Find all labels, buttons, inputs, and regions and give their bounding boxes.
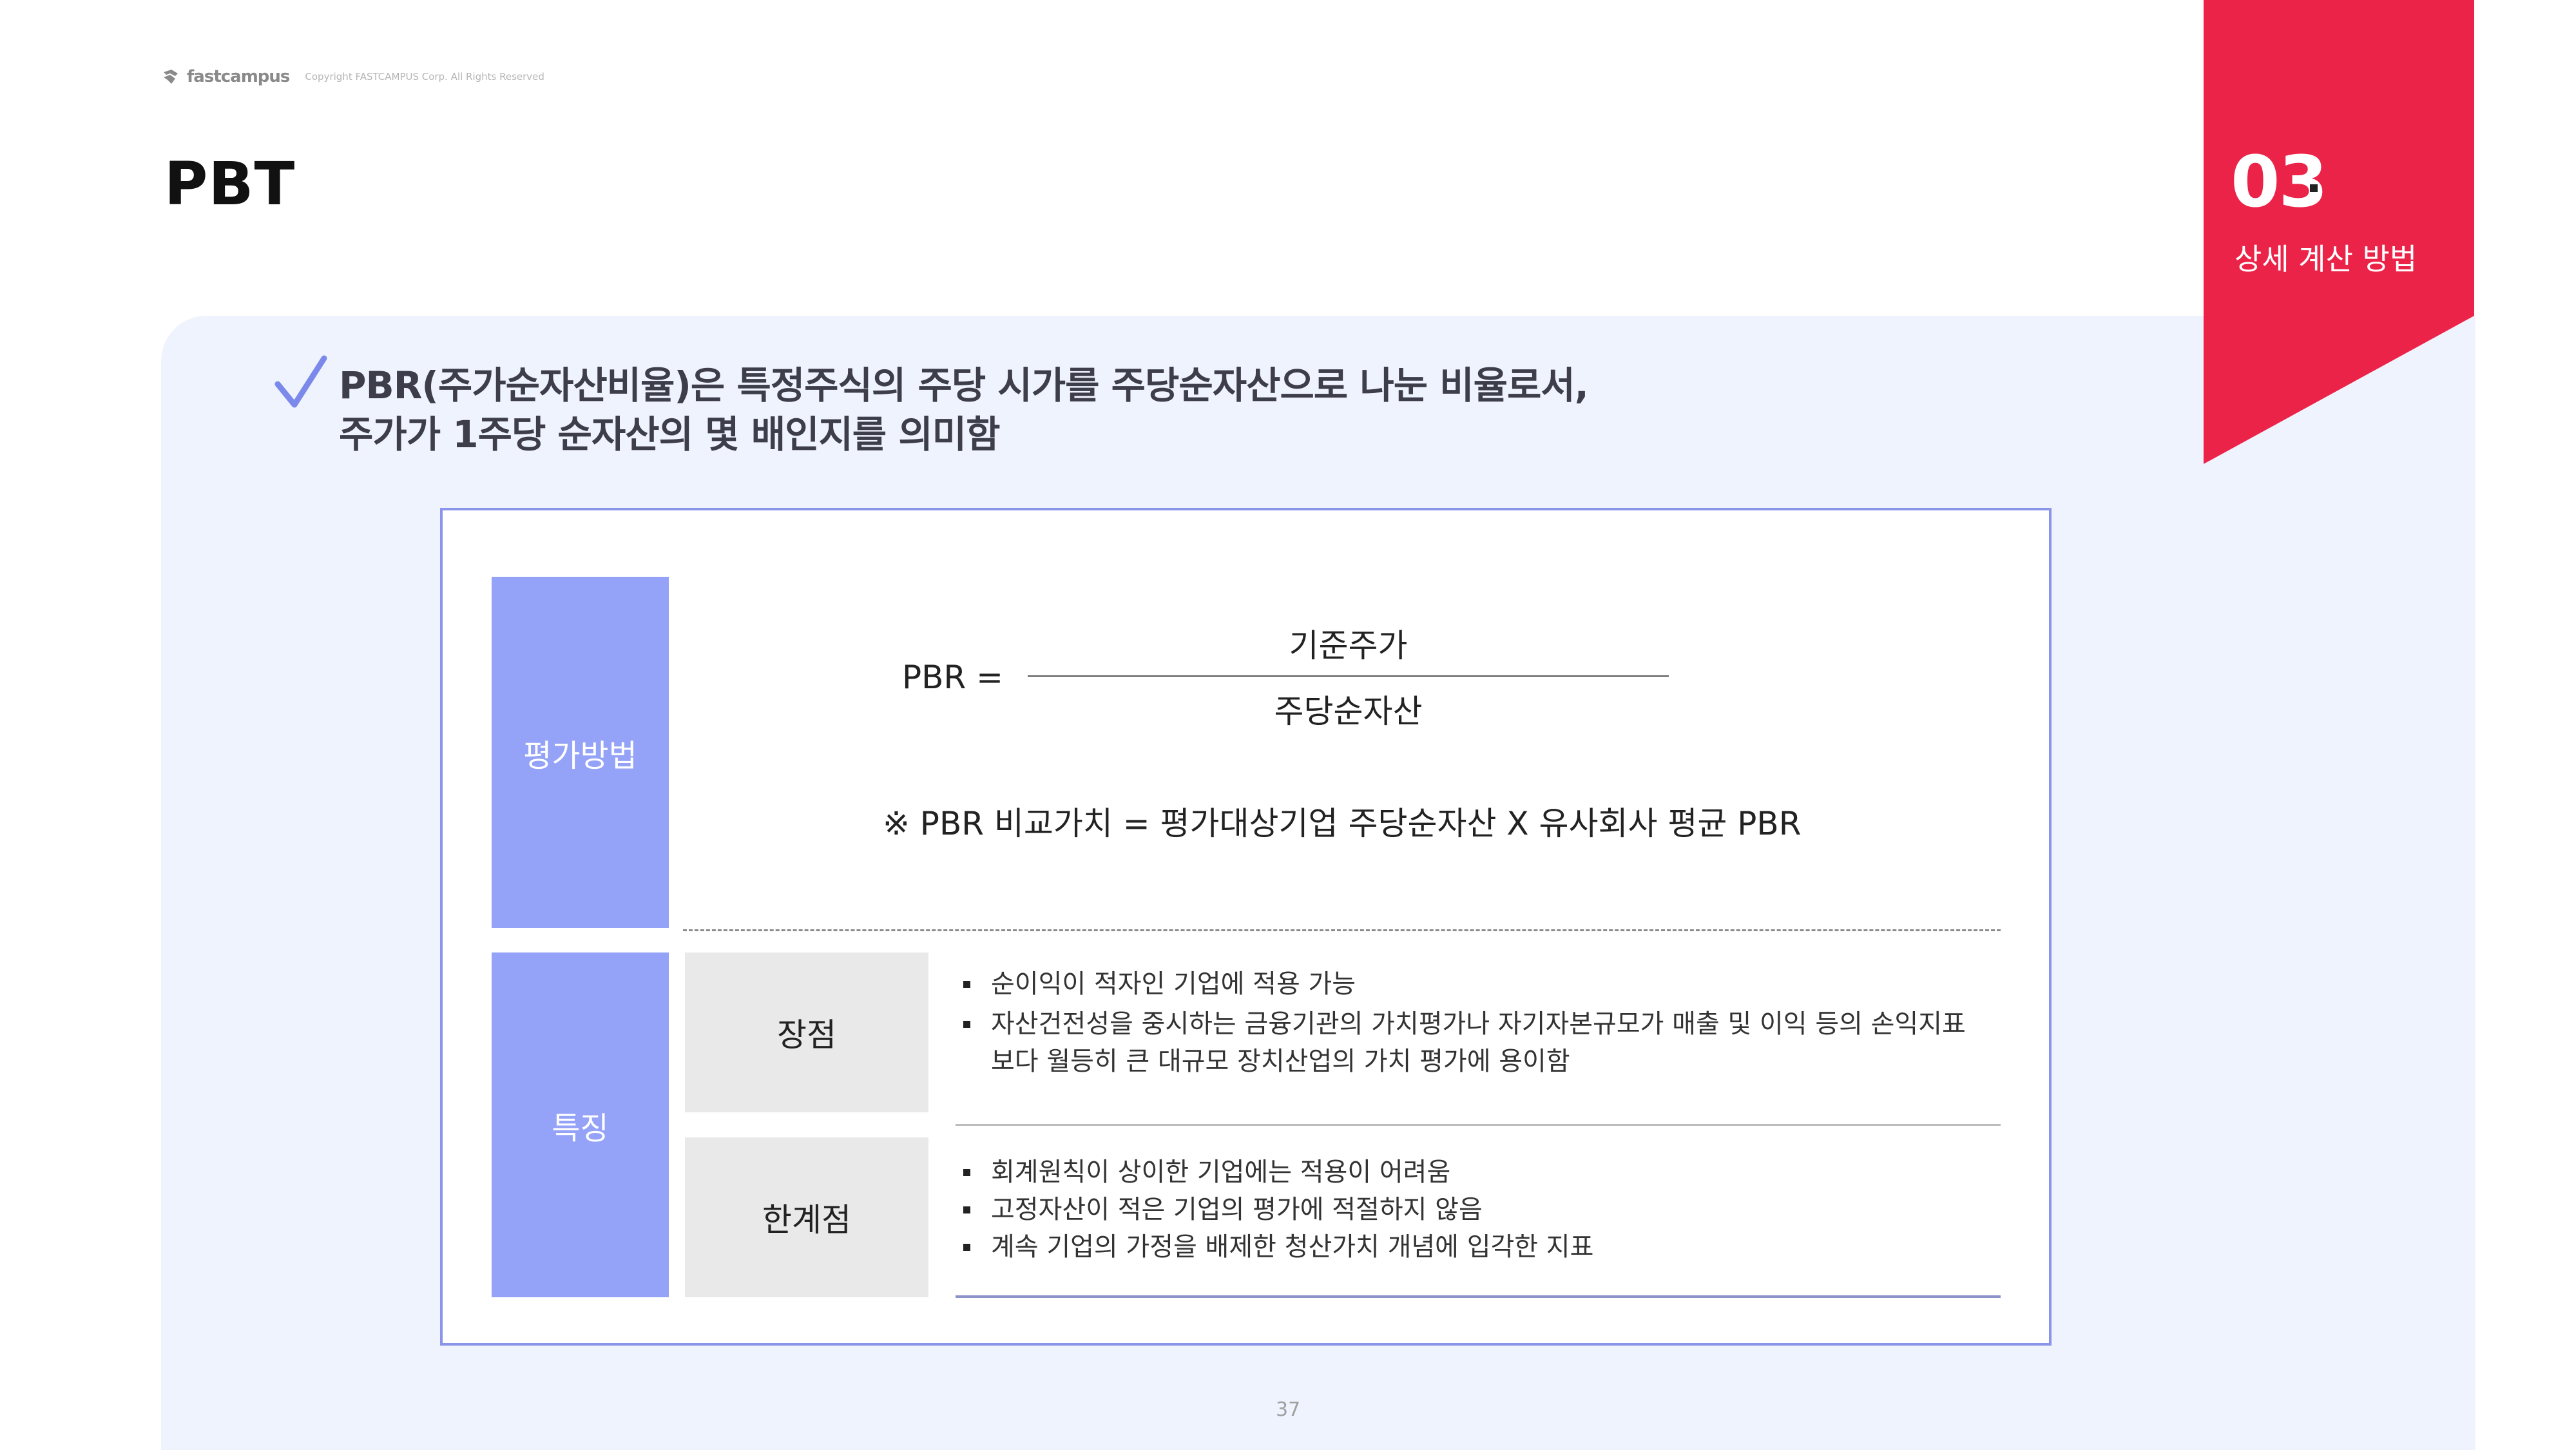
list-item-continuation: 보다 월등히 큰 대규모 장치산업의 가치 평가에 용이함 — [991, 1047, 1570, 1076]
section-number-dot — [2310, 184, 2318, 192]
list-item: 순이익이 적자인 기업에 적용 가능 — [963, 965, 1966, 1003]
definition-statement: PBR(주가순자산비율)은 특정주식의 주당 시가를 주당순자산으로 나눈 비율… — [339, 361, 1589, 459]
list-item: 고정자산이 적은 기업의 평가에 적절하지 않음 — [963, 1191, 1593, 1228]
section-subtitle: 상세 계산 방법 — [2235, 242, 2417, 276]
fraction-line — [1028, 675, 1669, 677]
advantages-list: 순이익이 적자인 기업에 적용 가능 자산건전성을 중시하는 금융기관의 가치평… — [963, 965, 1966, 1080]
table-bottom-line — [956, 1295, 2001, 1298]
bullet-icon — [963, 1021, 970, 1028]
definition-line-2: 주가가 1주당 순자산의 몇 배인지를 의미함 — [339, 412, 1000, 456]
formula-lhs: PBR = — [902, 659, 1003, 696]
page-number: 37 — [1276, 1398, 1301, 1421]
section-number: 03 — [2231, 140, 2328, 223]
list-item: 계속 기업의 가정을 배제한 청산가치 개념에 입각한 지표 — [963, 1228, 1593, 1266]
brand-logo: fastcampus Copyright FASTCAMPUS Corp. Al… — [161, 67, 544, 86]
fastcampus-logo-icon — [164, 70, 178, 84]
bullet-icon — [963, 981, 970, 988]
comparison-value-note: ※ PBR 비교가치 = 평가대상기업 주당순자산 X 유사회사 평균 PBR — [883, 805, 1802, 842]
copyright-text: Copyright FASTCAMPUS Corp. All Rights Re… — [305, 71, 544, 82]
section-divider — [683, 929, 2001, 931]
page-title: PBT — [164, 150, 296, 218]
row-divider — [956, 1124, 2001, 1126]
list-item: 자산건전성을 중시하는 금융기관의 가치평가나 자기자본규모가 매출 및 이익 … — [963, 1005, 1966, 1043]
formula-numerator: 기준주가 — [1289, 627, 1408, 664]
features-label: 특징 — [492, 952, 669, 1297]
bullet-icon — [963, 1206, 970, 1213]
limitations-list: 회계원칙이 상이한 기업에는 적용이 어려움 고정자산이 적은 기업의 평가에 … — [963, 1154, 1593, 1266]
definition-line-1: PBR(주가순자산비율)은 특정주식의 주당 시가를 주당순자산으로 나눈 비율… — [339, 363, 1589, 407]
logo-text: fastcampus — [187, 67, 290, 86]
check-icon — [274, 355, 327, 408]
formula-denominator: 주당순자산 — [1274, 693, 1423, 730]
advantages-label: 장점 — [685, 952, 928, 1112]
bullet-icon — [963, 1244, 970, 1251]
bullet-icon — [963, 1169, 970, 1176]
list-item: 회계원칙이 상이한 기업에는 적용이 어려움 — [963, 1154, 1593, 1191]
evaluation-method-label: 평가방법 — [492, 577, 669, 928]
limitations-label: 한계점 — [685, 1137, 928, 1297]
